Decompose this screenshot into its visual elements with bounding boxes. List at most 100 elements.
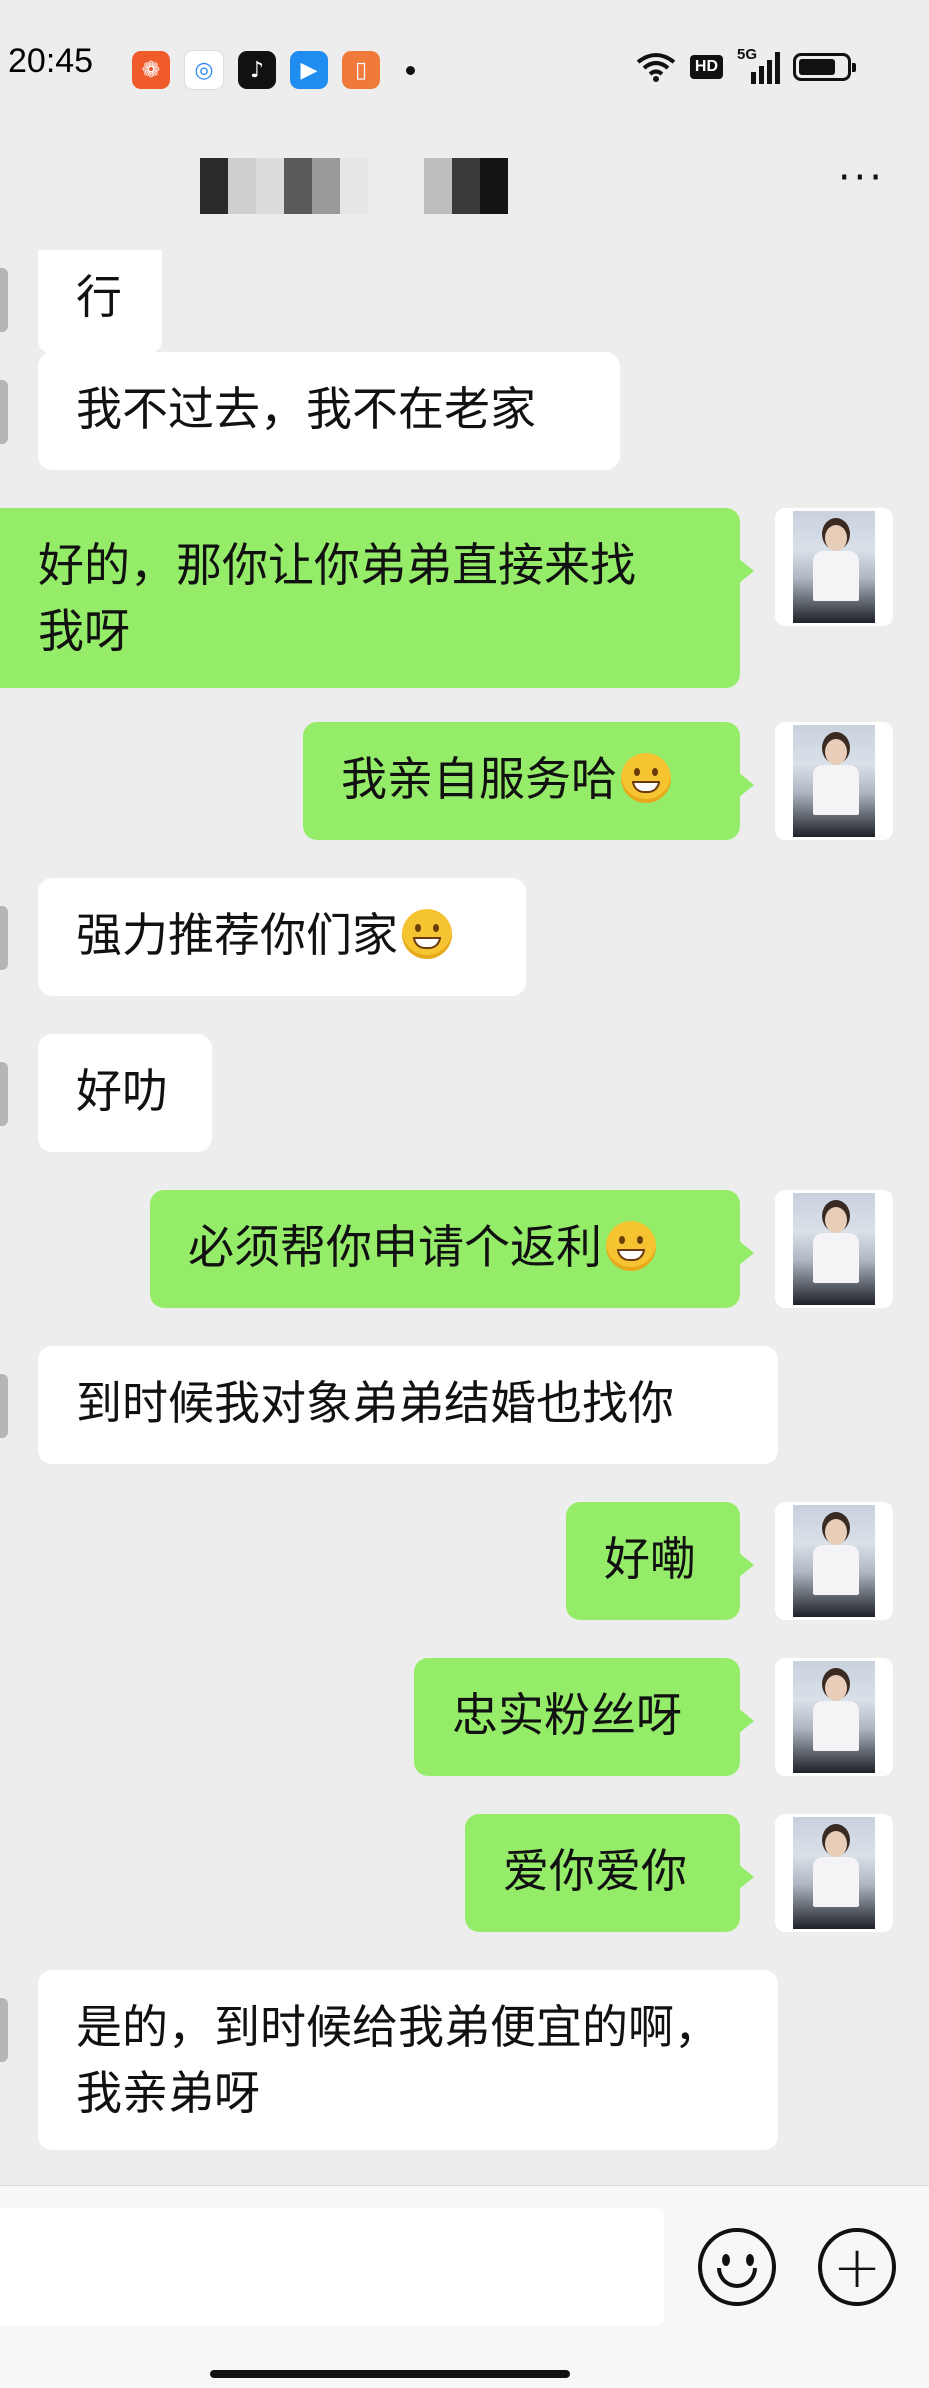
avatar-figure-coat: [813, 765, 859, 815]
more-options-button[interactable]: ···: [838, 158, 885, 198]
my-avatar[interactable]: [775, 508, 893, 626]
battery-icon: [793, 53, 856, 81]
title-blur-block: [368, 186, 396, 214]
avatar-photo: [793, 1817, 875, 1929]
title-blur-block: [424, 158, 452, 186]
avatar-figure-coat: [813, 1857, 859, 1907]
chat-title-blurred: [200, 158, 570, 214]
message-text: 我不过去，我不在老家: [76, 382, 536, 436]
notification-app-icons: ❁ ◎ ♪ ▶ ▯: [132, 50, 415, 90]
message-text: 我亲自服务哈: [341, 752, 617, 806]
avatar-figure-head: [825, 1831, 847, 1857]
title-blur-block: [312, 186, 340, 214]
message-text: 强力推荐你们家: [76, 908, 398, 962]
avatar-figure-coat: [813, 1233, 859, 1283]
my-avatar[interactable]: [775, 722, 893, 840]
sender-avatar-edge[interactable]: [0, 268, 8, 332]
app-orange-icon: ❁: [132, 51, 170, 89]
incoming-message[interactable]: 是的，到时候给我弟便宜的啊， 我亲弟呀: [38, 1970, 778, 2150]
my-avatar[interactable]: [775, 1658, 893, 1776]
message-text: 必须帮你申请个返利: [188, 1220, 602, 1274]
emoji-eyes: [722, 2254, 730, 2266]
title-blur-block: [228, 158, 256, 186]
title-blur-block: [256, 186, 284, 214]
sender-avatar-edge[interactable]: [0, 380, 8, 444]
message-text: 忠实粉丝呀: [452, 1688, 682, 1742]
my-avatar[interactable]: [775, 1814, 893, 1932]
wifi-icon: [636, 53, 676, 82]
message-input[interactable]: [0, 2208, 664, 2326]
avatar-figure-head: [825, 739, 847, 765]
status-bar: 20:45 ❁ ◎ ♪ ▶ ▯ HD 5G: [0, 0, 929, 140]
cellular-signal-icon: 5G: [737, 46, 780, 84]
title-blur-block: [200, 158, 228, 186]
message-text: 好叻: [76, 1064, 168, 1118]
sender-avatar-edge[interactable]: [0, 1374, 8, 1438]
title-blur-block: [536, 186, 564, 214]
incoming-message[interactable]: 我不过去，我不在老家: [38, 352, 620, 470]
title-blur-block: [312, 158, 340, 186]
emoji-mouth: [717, 2268, 757, 2288]
more-notifications-dot-icon: [406, 65, 415, 75]
tiktok-icon: ♪: [238, 51, 276, 89]
book-icon: ▯: [342, 51, 380, 89]
outgoing-message[interactable]: 忠实粉丝呀: [414, 1658, 754, 1776]
avatar-figure-head: [825, 1675, 847, 1701]
outgoing-message[interactable]: 必须帮你申请个返利: [150, 1190, 754, 1308]
outgoing-message[interactable]: 爱你爱你: [465, 1814, 754, 1932]
title-blur-block: [396, 158, 424, 186]
title-blur-block: [228, 186, 256, 214]
title-blur-block: [200, 186, 228, 214]
input-bar: +: [0, 2185, 929, 2388]
title-blur-block: [284, 186, 312, 214]
title-blur-block: [368, 158, 396, 186]
sender-avatar-edge[interactable]: [0, 1062, 8, 1126]
avatar-figure-coat: [813, 1701, 859, 1751]
message-text: 爱你爱你: [503, 1844, 687, 1898]
battery-level: [799, 59, 835, 75]
title-blur-block: [508, 158, 536, 186]
outgoing-message[interactable]: 好的，那你让你弟弟直接来找 我呀: [0, 508, 754, 688]
title-blur-block: [536, 158, 564, 186]
grin-face-emoji-icon: [621, 753, 671, 803]
title-blur-block: [396, 186, 424, 214]
status-time: 20:45: [8, 42, 94, 80]
app-blue-circle-icon: ◎: [184, 50, 224, 90]
thinking-face-emoji-icon: [606, 1221, 656, 1271]
avatar-photo: [793, 511, 875, 623]
message-text: 行: [76, 270, 122, 324]
avatar-figure-head: [825, 1207, 847, 1233]
my-avatar[interactable]: [775, 1190, 893, 1308]
sender-avatar-edge[interactable]: [0, 906, 8, 970]
message-text: 好嘞: [604, 1532, 696, 1586]
chat-header: ···: [0, 140, 929, 250]
more-functions-button[interactable]: +: [818, 2228, 896, 2306]
app-arrow-icon: ▶: [290, 51, 328, 89]
incoming-message[interactable]: 行: [38, 250, 162, 354]
emoji-button[interactable]: [698, 2228, 776, 2306]
home-indicator[interactable]: [210, 2370, 570, 2378]
incoming-message[interactable]: 强力推荐你们家: [38, 878, 526, 996]
title-blur-block: [452, 158, 480, 186]
avatar-photo: [793, 1505, 875, 1617]
avatar-figure-head: [825, 1519, 847, 1545]
title-blur-block: [284, 158, 312, 186]
avatar-photo: [793, 1661, 875, 1773]
network-type-label: 5G: [737, 46, 758, 63]
incoming-message[interactable]: 到时候我对象弟弟结婚也找你: [38, 1346, 778, 1464]
title-blur-block: [480, 186, 508, 214]
incoming-message[interactable]: 好叻: [38, 1034, 212, 1152]
message-text: 到时候我对象弟弟结婚也找你: [76, 1376, 674, 1430]
status-indicators: HD 5G: [636, 46, 856, 84]
title-blur-block: [424, 186, 452, 214]
sender-avatar-edge[interactable]: [0, 1998, 8, 2062]
hd-badge: HD: [689, 55, 723, 79]
outgoing-message[interactable]: 好嘞: [566, 1502, 754, 1620]
smile-face-emoji-icon: [402, 909, 452, 959]
avatar-photo: [793, 1193, 875, 1305]
message-list[interactable]: 行我不过去，我不在老家好的，那你让你弟弟直接来找 我呀我亲自服务哈强力推荐你们家…: [0, 250, 929, 2185]
title-blur-block: [480, 158, 508, 186]
my-avatar[interactable]: [775, 1502, 893, 1620]
title-blur-block: [508, 186, 536, 214]
outgoing-message[interactable]: 我亲自服务哈: [303, 722, 754, 840]
